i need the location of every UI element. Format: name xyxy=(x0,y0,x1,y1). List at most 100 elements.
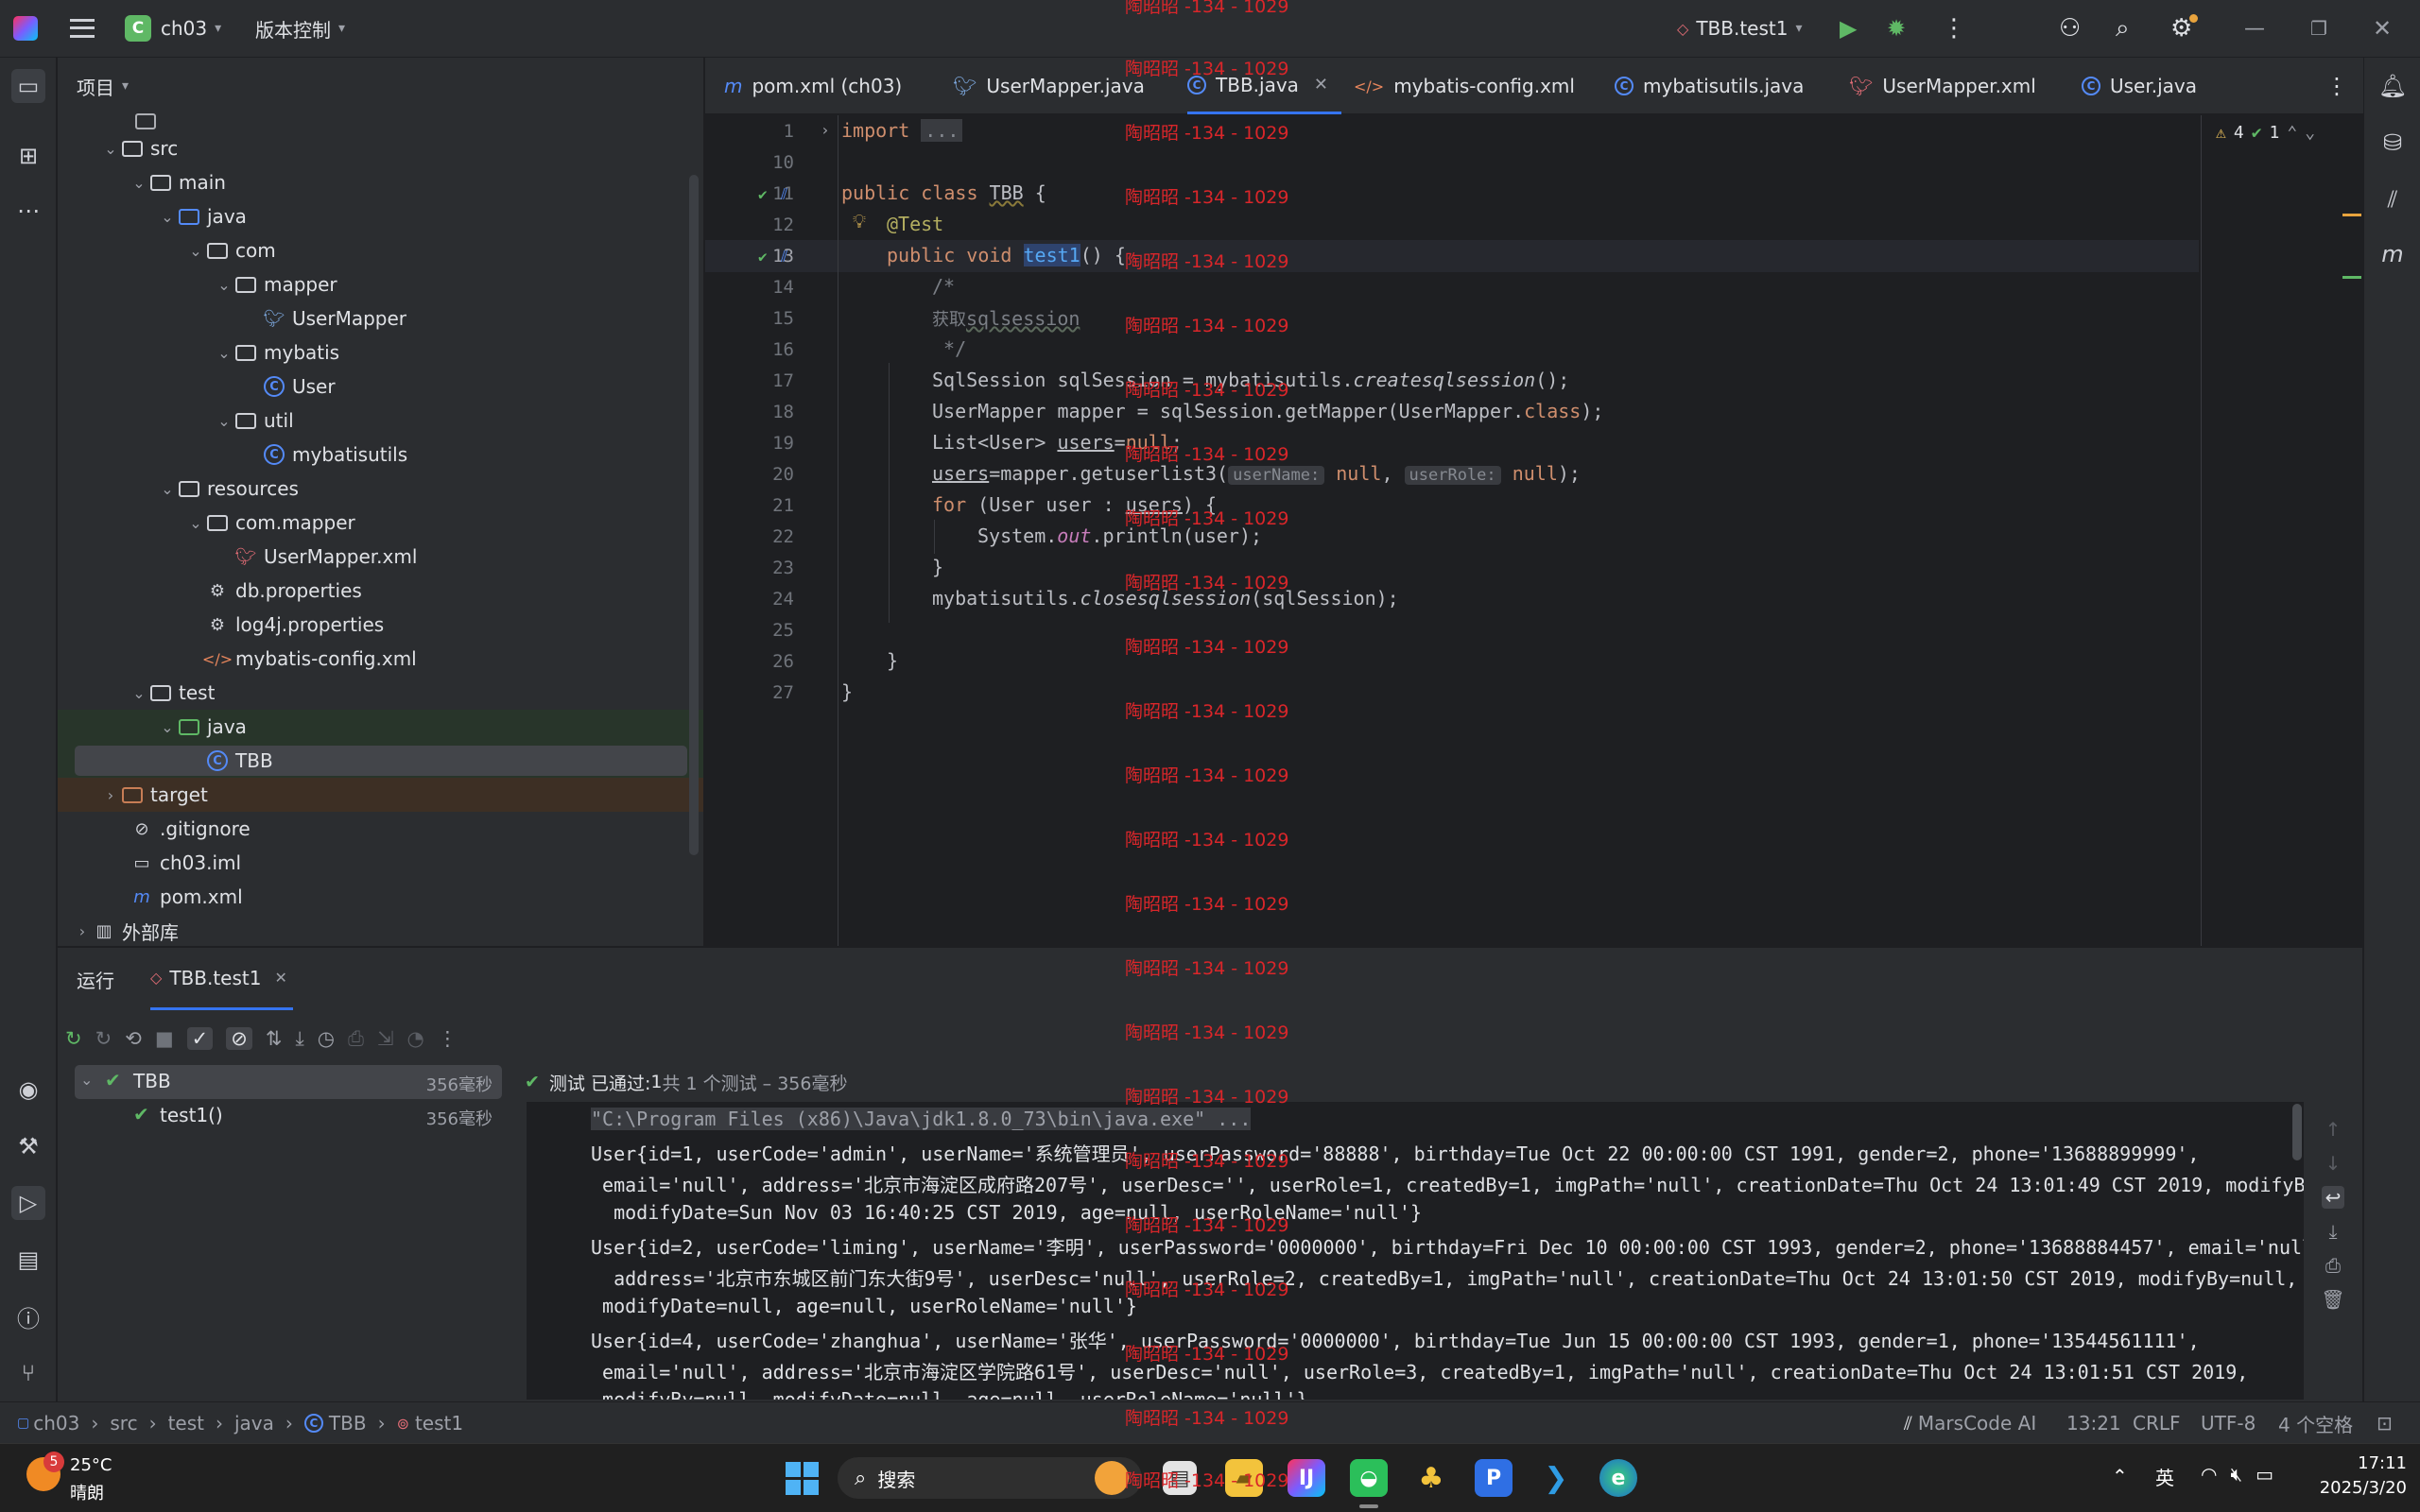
arrow-up-icon[interactable]: ↑ xyxy=(2325,1118,2342,1141)
import-tests-icon[interactable]: ⤓ xyxy=(296,1027,304,1051)
tree-row-db-properties[interactable]: ⚙ db.properties xyxy=(58,574,703,608)
intellij-icon[interactable]: IJ xyxy=(1288,1459,1325,1497)
ime-indicator[interactable]: 英 xyxy=(2155,1463,2174,1490)
notepad-icon[interactable]: ▤ xyxy=(1163,1461,1197,1495)
tab-mybatisutils-java[interactable]: Cmybatisutils.java xyxy=(1615,58,1804,114)
close-tab-icon[interactable]: ✕ xyxy=(274,969,286,987)
breadcrumb-item[interactable]: test1 xyxy=(415,1412,463,1435)
more-icon[interactable]: ⋮ xyxy=(438,1027,458,1050)
close-tab-icon[interactable]: ✕ xyxy=(1314,75,1328,94)
tab-pom-xml[interactable]: m pom.xml (ch03) xyxy=(724,58,902,114)
problems-icon[interactable]: ⓘ xyxy=(11,1299,45,1333)
tree-row-resources[interactable]: ⌄ resources xyxy=(58,472,703,506)
export-icon[interactable]: ⇲ xyxy=(377,1027,394,1050)
console-output[interactable]: "C:\Program Files (x86)\Java\jdk1.8.0_73… xyxy=(527,1102,2304,1400)
tab-tbb-java[interactable]: C TBB.java ✕ xyxy=(1187,58,1342,114)
marscode-gutter-icon[interactable]: ⫽ xyxy=(781,248,787,266)
maven-icon[interactable]: m xyxy=(2376,237,2410,271)
tabs-more-icon[interactable]: ⋮ xyxy=(2325,58,2348,114)
more-tools-icon[interactable]: ⋯ xyxy=(11,194,45,228)
rerun-failed-icon[interactable]: ↻ xyxy=(95,1027,112,1050)
show-passed-icon[interactable]: ✓ xyxy=(186,1027,214,1050)
start-windows-icon[interactable] xyxy=(783,1459,821,1497)
settings-gear-icon[interactable]: ⚙ xyxy=(2170,0,2198,57)
tree-row-main[interactable]: ⌄ main xyxy=(58,165,703,199)
tree-row-src[interactable]: ⌄ src xyxy=(58,131,703,165)
taskbar-search[interactable]: ⌕ 搜索 xyxy=(838,1457,1142,1499)
add-user-icon[interactable]: ⚇ xyxy=(2059,0,2081,57)
indent-setting[interactable]: 4 个空格 xyxy=(2278,1402,2353,1444)
caret-position[interactable]: 13:21 xyxy=(2066,1402,2121,1444)
stop-icon[interactable]: ■ xyxy=(155,1027,174,1050)
tree-row-mybatis-config[interactable]: </> mybatis-config.xml xyxy=(58,642,703,676)
pycharm-icon[interactable]: P xyxy=(1475,1459,1512,1497)
breadcrumb-item[interactable]: test xyxy=(168,1412,204,1435)
tree-row-usermapper-xml[interactable]: 🐦︎ UserMapper.xml xyxy=(58,540,703,574)
weather-sun-icon[interactable]: 5 xyxy=(26,1452,64,1491)
marscode-gutter-icon[interactable]: ⫽ xyxy=(781,185,787,204)
test-tree-root[interactable]: ⌄ ✔ TBB 356毫秒 xyxy=(75,1065,502,1099)
project-panel-header[interactable]: 项目 ▾ xyxy=(77,58,129,114)
git-icon[interactable]: ⑂ xyxy=(11,1356,45,1390)
more-actions-icon[interactable]: ⋮ xyxy=(1942,0,1966,57)
run-test-class-icon[interactable]: ✔ xyxy=(758,185,768,203)
tree-row-mybatisutils[interactable]: Cmybatisutils xyxy=(58,438,703,472)
tree-row-test[interactable]: ⌄ test xyxy=(58,676,703,710)
chevron-up-icon[interactable]: ⌃ xyxy=(2112,1465,2128,1487)
maximize-icon[interactable]: ❐ xyxy=(2310,0,2327,57)
build-hammer-icon[interactable]: ⚒ xyxy=(11,1129,45,1163)
run-config-tab[interactable]: ◇ TBB.test1 ✕ xyxy=(150,948,293,1010)
file-encoding[interactable]: UTF-8 xyxy=(2201,1402,2256,1444)
marscode-icon[interactable]: ⫽ xyxy=(2376,182,2410,216)
console-scrollbar[interactable] xyxy=(2292,1104,2302,1160)
wechat-icon[interactable]: ◒ xyxy=(1350,1459,1388,1497)
notifications-bell-icon[interactable]: 🔔︎ xyxy=(2376,69,2410,103)
chevron-down-icon[interactable]: ⌄ xyxy=(2305,123,2315,143)
qq-penguin-icon[interactable]: ♣ xyxy=(1412,1459,1450,1497)
toggle-auto-test-icon[interactable]: ⟲ xyxy=(125,1027,142,1050)
app-logo-icon[interactable] xyxy=(13,0,38,57)
breadcrumb-item[interactable]: src xyxy=(110,1412,137,1435)
test-tree-child[interactable]: ✔ test1() 356毫秒 xyxy=(75,1099,502,1133)
rerun-icon[interactable]: ↻ xyxy=(65,1027,82,1050)
search-icon[interactable]: ⌕ xyxy=(2116,0,2130,57)
tree-row-gitignore[interactable]: ⊘ .gitignore xyxy=(58,812,703,846)
weather-temp[interactable]: 25°C xyxy=(70,1455,112,1475)
line-separator[interactable]: CRLF xyxy=(2133,1402,2181,1444)
tree-row-external-libs[interactable]: › ▥ 外部库 xyxy=(58,914,703,946)
tree-row-pom[interactable]: m pom.xml xyxy=(58,880,703,914)
edge-icon[interactable]: e xyxy=(1599,1459,1637,1497)
soft-wrap-icon[interactable]: ↩ xyxy=(2321,1186,2345,1209)
main-menu-icon[interactable] xyxy=(70,0,95,57)
structure-icon[interactable]: ⊞ xyxy=(11,139,45,173)
close-icon[interactable]: ✕ xyxy=(2373,0,2392,57)
run-icon[interactable]: ▶ xyxy=(1840,0,1857,57)
fold-chevron-icon[interactable]: › xyxy=(821,121,830,139)
tab-usermapper-java[interactable]: 🐦︎ UserMapper.java xyxy=(953,58,1145,114)
inspection-widget[interactable]: ⚠ 4 ✔ 1 ⌃ ⌄ xyxy=(2216,123,2315,143)
run-test-method-icon[interactable]: ✔ xyxy=(758,248,768,266)
project-folder-icon[interactable]: ▭ xyxy=(11,69,45,103)
print-icon[interactable]: ⎙ xyxy=(2325,1254,2341,1277)
sort-icon[interactable]: ⇅ xyxy=(266,1027,283,1050)
run-config-selector[interactable]: ◇ TBB.test1 ▾ xyxy=(1677,0,1803,57)
breadcrumb-item[interactable]: ch03 xyxy=(33,1412,79,1435)
clock-date[interactable]: 2025/3/20 xyxy=(2307,1478,2407,1498)
tree-row-util[interactable]: ⌄ util xyxy=(58,404,703,438)
clock-time[interactable]: 17:11 xyxy=(2312,1453,2407,1473)
minimize-icon[interactable]: — xyxy=(2244,0,2265,57)
tree-row-java-test[interactable]: ⌄ java xyxy=(58,710,703,744)
tree-row-user[interactable]: C User xyxy=(58,369,703,404)
tree-row-usermapper[interactable]: 🐦︎ UserMapper xyxy=(58,301,703,335)
debug-icon[interactable]: ✹ xyxy=(1887,0,1906,57)
screenshot-icon[interactable]: ⎙ xyxy=(348,1027,364,1051)
tree-row-log4j-properties[interactable]: ⚙ log4j.properties xyxy=(58,608,703,642)
lightbulb-icon[interactable]: 💡︎ xyxy=(853,210,866,232)
history-icon[interactable]: ◷ xyxy=(318,1027,335,1050)
weather-desc[interactable]: 晴朗 xyxy=(70,1480,104,1504)
tree-row-java-main[interactable]: ⌄ java xyxy=(58,199,703,233)
services-icon[interactable]: ◉ xyxy=(11,1073,45,1107)
tab-user-java[interactable]: C User.java xyxy=(2082,58,2197,114)
run-tool-icon[interactable]: ▷ xyxy=(11,1186,45,1220)
tree-row-com-mapper[interactable]: ⌄ com.mapper xyxy=(58,506,703,540)
